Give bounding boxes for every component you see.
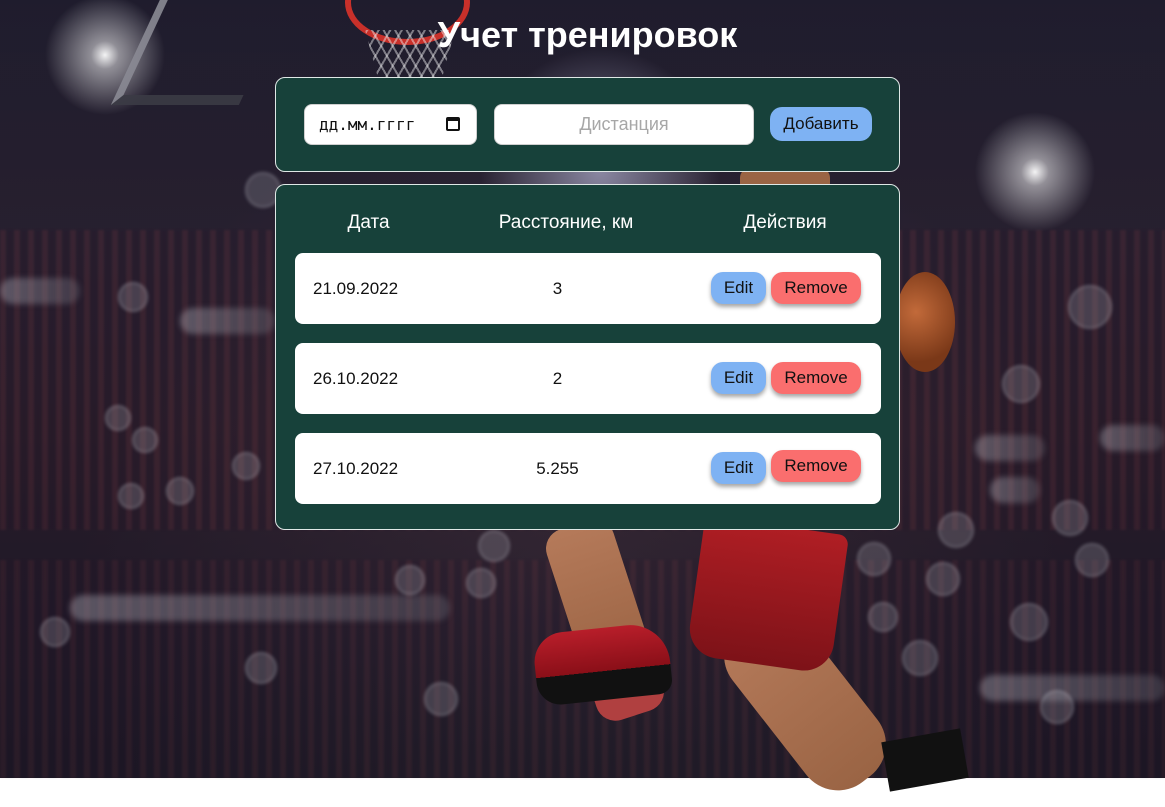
background-light [1040,690,1074,724]
background-light [1052,500,1088,536]
background-light [1068,285,1112,329]
background-banner [180,308,275,334]
edit-button[interactable]: Edit [711,452,766,484]
row-distance: 2 [552,369,563,388]
background-light [118,483,144,509]
remove-button[interactable]: Remove [771,362,861,394]
background-light [1010,603,1048,641]
player-shoe [531,621,674,707]
background-light [868,602,898,632]
background-light [1002,365,1040,403]
background-banner [70,595,450,621]
add-button[interactable]: Добавить [770,107,872,141]
header-date: Дата [347,212,390,233]
add-workout-form: дд.мм.гггг Добавить [275,77,900,172]
edit-button[interactable]: Edit [711,362,766,394]
calendar-icon[interactable] [446,117,460,131]
basketball [895,272,955,372]
table-row: 27.10.2022 5.255 Edit Remove [295,433,881,504]
background-light [118,282,148,312]
row-distance: 5.255 [536,459,579,478]
page-title: Учет тренировок [437,14,738,55]
table-row: 21.09.2022 3 Edit Remove [295,253,881,324]
distance-input[interactable] [494,104,754,145]
date-input-value: дд.мм.гггг [319,115,416,134]
remove-button[interactable]: Remove [771,450,861,482]
background-light [857,542,891,576]
background-light [424,682,458,716]
background-banner [990,477,1040,503]
header-actions: Действия [743,212,827,233]
table-row: 26.10.2022 2 Edit Remove [295,343,881,414]
row-date: 21.09.2022 [313,279,399,298]
background-light [132,427,158,453]
background-light [245,652,277,684]
background-banner [1100,425,1165,451]
row-date: 27.10.2022 [313,459,399,478]
row-distance: 3 [552,279,563,298]
player-shorts [685,515,850,675]
header-distance: Расстояние, км [498,212,634,233]
background-light [40,617,70,647]
background-light [166,477,194,505]
background-light [478,530,510,562]
edit-button[interactable]: Edit [711,272,766,304]
background-light [395,565,425,595]
background-light [926,562,960,596]
background-banner [0,278,80,304]
background-light [105,405,131,431]
background-light [938,512,974,548]
background-light [466,568,496,598]
background-light [1075,543,1109,577]
background-light [902,640,938,676]
remove-button[interactable]: Remove [771,272,861,304]
date-input[interactable]: дд.мм.гггг [304,104,477,145]
background-banner [980,675,1165,701]
background-light [232,452,260,480]
row-date: 26.10.2022 [313,369,399,388]
workouts-table: Дата Расстояние, км Действия 21.09.2022 … [275,184,900,530]
background-banner [975,435,1045,461]
